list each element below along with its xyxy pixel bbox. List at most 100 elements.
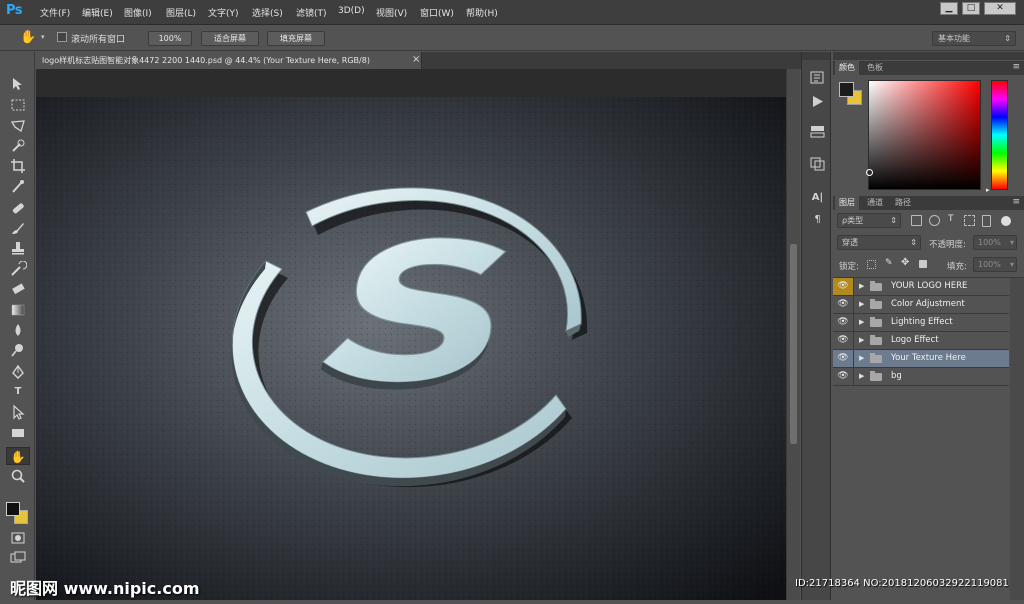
zoom-tool-icon[interactable] xyxy=(9,468,27,484)
filter-pixel-icon[interactable] xyxy=(911,215,922,226)
actions-panel-icon[interactable] xyxy=(809,94,826,109)
tab-layers[interactable]: 图层 xyxy=(835,196,859,210)
expand-caret-icon[interactable]: ▶ xyxy=(859,296,864,313)
blur-tool-icon[interactable] xyxy=(9,322,27,338)
panel-menu-icon[interactable]: ≡ xyxy=(1012,196,1020,209)
scroll-all-windows-checkbox[interactable] xyxy=(57,32,67,42)
eraser-tool-icon[interactable] xyxy=(9,281,27,297)
character-panel-icon[interactable]: A| xyxy=(809,190,826,205)
path-selection-tool-icon[interactable] xyxy=(9,404,27,420)
visibility-eye-icon[interactable]: 👁 xyxy=(833,332,854,349)
color-picker-field[interactable] xyxy=(866,80,981,190)
zoom-100-button[interactable]: 100% xyxy=(148,31,192,46)
history-panel-icon[interactable] xyxy=(809,70,826,85)
tab-paths[interactable]: 路径 xyxy=(891,196,915,210)
screen-mode-icon[interactable] xyxy=(9,550,27,566)
visibility-eye-icon[interactable]: 👁 xyxy=(833,368,854,385)
document-tab[interactable]: logo样机标志贴图智能对象4472 2200 1440.psd @ 44.4%… xyxy=(36,52,422,69)
layer-row[interactable]: 👁 ▶ bg xyxy=(833,368,1009,386)
layer-row[interactable]: 👁 ▶ Logo Effect xyxy=(833,332,1009,350)
color-picker-cursor[interactable] xyxy=(866,169,873,176)
filter-type-icon[interactable]: T xyxy=(948,214,954,224)
clone-stamp-tool-icon[interactable] xyxy=(9,240,27,256)
document-canvas[interactable] xyxy=(36,69,786,600)
eyedropper-tool-icon[interactable] xyxy=(9,178,27,194)
paragraph-panel-icon[interactable]: ¶ xyxy=(809,212,826,227)
tab-channels[interactable]: 通道 xyxy=(863,196,887,210)
expand-caret-icon[interactable]: ▶ xyxy=(859,314,864,331)
hand-tool-icon[interactable]: ✋ xyxy=(20,30,36,45)
menu-image[interactable]: 图像(I) xyxy=(124,6,152,19)
hue-slider-marker-icon[interactable]: ▸ xyxy=(986,186,990,194)
layer-row[interactable]: 👁 ▶ Lighting Effect xyxy=(833,314,1009,332)
minimize-button[interactable]: ▁ xyxy=(940,2,958,15)
panel-menu-icon[interactable]: ≡ xyxy=(1012,61,1020,74)
marquee-tool-icon[interactable] xyxy=(9,97,27,113)
gradient-tool-icon[interactable] xyxy=(9,302,27,318)
foreground-color-swatch[interactable] xyxy=(6,502,20,516)
lock-transparent-icon[interactable] xyxy=(867,260,876,269)
expand-caret-icon[interactable]: ▶ xyxy=(859,278,864,295)
menu-view[interactable]: 视图(V) xyxy=(376,6,407,19)
menu-type[interactable]: 文字(Y) xyxy=(208,6,239,19)
dodge-tool-icon[interactable] xyxy=(9,342,27,358)
workspace-select[interactable]: 基本功能 ⇕ xyxy=(932,31,1016,46)
fill-screen-button[interactable]: 填充屏幕 xyxy=(267,31,325,46)
visibility-eye-icon[interactable]: 👁 xyxy=(833,296,854,313)
layer-filter-select[interactable]: ρ类型 ⇕ xyxy=(837,213,901,228)
tool-preset-chevron-icon[interactable]: ▾ xyxy=(41,33,45,41)
tab-color[interactable]: 颜色 xyxy=(835,61,859,75)
lock-all-icon[interactable] xyxy=(919,260,927,268)
menu-3d[interactable]: 3D(D) xyxy=(338,6,365,16)
menu-edit[interactable]: 编辑(E) xyxy=(82,6,113,19)
lock-position-icon[interactable]: ✥ xyxy=(901,257,909,268)
adjustments-panel-icon[interactable] xyxy=(809,124,826,139)
crop-tool-icon[interactable] xyxy=(9,158,27,174)
blend-mode-select[interactable]: 穿透 ⇕ xyxy=(837,235,921,250)
filter-toggle-icon[interactable] xyxy=(1001,216,1011,226)
rectangle-tool-icon[interactable] xyxy=(9,425,27,441)
filter-smart-object-icon[interactable] xyxy=(982,215,991,227)
menu-window[interactable]: 窗口(W) xyxy=(420,6,454,19)
quick-select-tool-icon[interactable] xyxy=(9,138,27,154)
close-tab-icon[interactable]: × xyxy=(412,54,420,65)
clone-source-panel-icon[interactable] xyxy=(809,156,826,171)
move-tool-icon[interactable] xyxy=(9,76,27,92)
menu-layer[interactable]: 图层(L) xyxy=(166,6,196,19)
menu-filter[interactable]: 滤镜(T) xyxy=(296,6,327,19)
quick-mask-icon[interactable] xyxy=(9,530,27,546)
canvas-vertical-scrollbar[interactable] xyxy=(786,69,800,600)
foreground-color-swatch[interactable] xyxy=(839,82,854,97)
close-window-button[interactable]: ✕ xyxy=(984,2,1016,15)
layer-row[interactable]: 👁 ▶ YOUR LOGO HERE xyxy=(833,278,1009,296)
brush-tool-icon[interactable] xyxy=(9,220,27,236)
layer-row-selected[interactable]: 👁 ▶ Your Texture Here xyxy=(833,350,1009,368)
layers-scrollbar[interactable] xyxy=(1010,278,1024,600)
menu-select[interactable]: 选择(S) xyxy=(252,6,283,19)
expand-caret-icon[interactable]: ▶ xyxy=(859,332,864,349)
visibility-eye-icon[interactable]: 👁 xyxy=(833,278,854,295)
opacity-field[interactable]: 100% ▾ xyxy=(973,235,1017,250)
history-brush-tool-icon[interactable] xyxy=(9,261,27,277)
filter-adjustment-icon[interactable] xyxy=(929,215,940,226)
tab-swatches[interactable]: 色板 xyxy=(863,61,887,75)
fit-screen-button[interactable]: 适合屏幕 xyxy=(201,31,259,46)
healing-brush-tool-icon[interactable] xyxy=(9,200,27,216)
filter-shape-icon[interactable] xyxy=(964,215,975,226)
hand-tool-icon[interactable]: ✋ xyxy=(6,447,30,465)
expand-caret-icon[interactable]: ▶ xyxy=(859,368,864,385)
type-tool-icon[interactable]: T xyxy=(9,384,27,400)
menu-help[interactable]: 帮助(H) xyxy=(466,6,498,19)
pen-tool-icon[interactable] xyxy=(9,364,27,380)
lasso-tool-icon[interactable] xyxy=(9,118,27,134)
expand-caret-icon[interactable]: ▶ xyxy=(859,350,864,367)
menu-file[interactable]: 文件(F) xyxy=(40,6,70,19)
visibility-eye-icon[interactable]: 👁 xyxy=(833,350,854,367)
scrollbar-thumb[interactable] xyxy=(790,244,797,444)
layer-row[interactable]: 👁 ▶ Color Adjustment xyxy=(833,296,1009,314)
hue-slider[interactable] xyxy=(991,80,1008,190)
fill-field[interactable]: 100% ▾ xyxy=(973,257,1017,272)
maximize-button[interactable]: □ xyxy=(962,2,980,15)
lock-image-icon[interactable]: ✎ xyxy=(885,258,893,268)
visibility-eye-icon[interactable]: 👁 xyxy=(833,314,854,331)
